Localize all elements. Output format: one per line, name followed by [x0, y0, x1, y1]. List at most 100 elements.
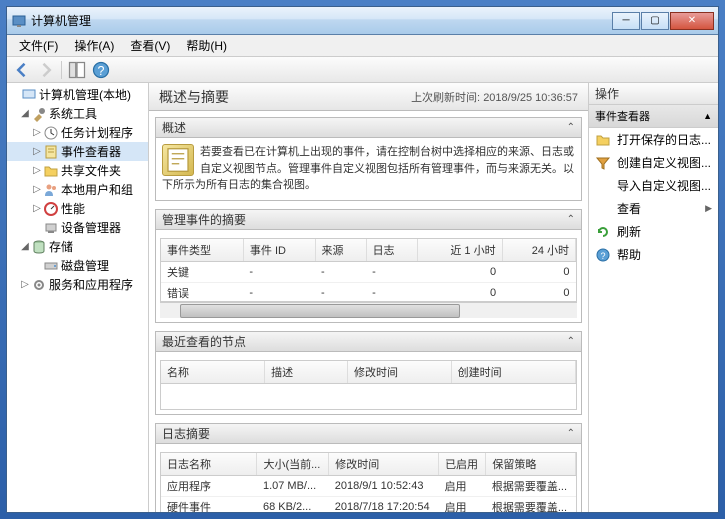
svg-text:?: ? — [600, 251, 605, 261]
titlebar[interactable]: 计算机管理 ─ ▢ ✕ — [7, 7, 718, 35]
blank-icon — [595, 201, 611, 217]
help-icon: ? — [595, 247, 611, 263]
app-icon — [11, 13, 27, 29]
col-h1[interactable]: 近 1 小时 — [417, 239, 502, 262]
actions-group[interactable]: 事件查看器▲ — [589, 105, 718, 128]
expand-icon[interactable]: ▷ — [31, 165, 43, 176]
window-title: 计算机管理 — [31, 12, 612, 29]
clock-icon — [43, 125, 59, 141]
collapse-icon[interactable]: ⌃ — [567, 214, 575, 225]
tree-performance[interactable]: ▷性能 — [7, 199, 148, 218]
nav-tree[interactable]: 计算机管理(本地) ◢系统工具 ▷任务计划程序 ▷事件查看器 ▷共享文件夹 ▷本… — [7, 83, 149, 512]
table-row[interactable]: 硬件事件68 KB/2...2018/7/18 17:20:54启用根据需要覆盖… — [161, 496, 576, 512]
action-open-saved[interactable]: 打开保存的日志... — [589, 128, 718, 151]
main-content[interactable]: 概述⌃ 若要查看已在计算机上出现的事件，请在控制台树中选择相应的来源、日志或自定… — [149, 111, 588, 512]
overview-text: 若要查看已在计算机上出现的事件，请在控制台树中选择相应的来源、日志或自定义视图节… — [162, 144, 575, 194]
overview-header[interactable]: 概述⌃ — [156, 118, 581, 138]
window-controls: ─ ▢ ✕ — [612, 12, 714, 30]
summary-table[interactable]: 事件类型 事件 ID 来源 日志 近 1 小时 24 小时 关键---00 错误 — [161, 239, 576, 302]
col-desc[interactable]: 描述 — [265, 361, 348, 384]
recent-table[interactable]: 名称 描述 修改时间 创建时间 — [161, 361, 576, 384]
col-type[interactable]: 事件类型 — [161, 239, 243, 262]
svg-text:?: ? — [98, 64, 105, 78]
collapse-icon[interactable]: ⌃ — [567, 122, 575, 133]
menu-file[interactable]: 文件(F) — [11, 35, 66, 56]
expand-icon[interactable]: ▷ — [31, 146, 43, 157]
col-h24[interactable]: 24 小时 — [502, 239, 575, 262]
tools-icon — [31, 106, 47, 122]
tree-device-manager[interactable]: 设备管理器 — [7, 218, 148, 237]
tree-system-tools[interactable]: ◢系统工具 — [7, 104, 148, 123]
collapse-icon[interactable]: ◢ — [19, 241, 31, 252]
logsum-table[interactable]: 日志名称 大小(当前... 修改时间 已启用 保留策略 应用程序1.07 MB/… — [161, 453, 576, 513]
col-name[interactable]: 名称 — [161, 361, 265, 384]
col-id[interactable]: 事件 ID — [243, 239, 315, 262]
chevron-right-icon: ▶ — [705, 203, 712, 214]
folder-open-icon — [595, 132, 611, 148]
menu-view[interactable]: 查看(V) — [122, 35, 178, 56]
menubar: 文件(F) 操作(A) 查看(V) 帮助(H) — [7, 35, 718, 57]
menu-action[interactable]: 操作(A) — [66, 35, 122, 56]
disk-icon — [43, 258, 59, 274]
separator — [61, 61, 62, 79]
expand-icon[interactable]: ▷ — [31, 127, 43, 138]
menu-help[interactable]: 帮助(H) — [178, 35, 235, 56]
back-icon[interactable] — [11, 59, 33, 81]
col-mod[interactable]: 修改时间 — [348, 361, 452, 384]
folder-share-icon — [43, 163, 59, 179]
help-icon[interactable]: ? — [90, 59, 112, 81]
users-icon — [43, 182, 59, 198]
col-size[interactable]: 大小(当前... — [257, 453, 329, 476]
toolbar: ? — [7, 57, 718, 83]
h-scrollbar[interactable] — [160, 302, 577, 318]
show-hide-icon[interactable] — [66, 59, 88, 81]
collapse-icon[interactable]: ⌃ — [567, 428, 575, 439]
summary-header[interactable]: 管理事件的摘要⌃ — [156, 210, 581, 230]
expand-icon[interactable]: ▷ — [31, 203, 43, 214]
page-title: 概述与摘要 — [159, 87, 411, 107]
collapse-icon[interactable]: ⌃ — [567, 336, 575, 347]
expand-icon[interactable]: ▷ — [19, 279, 31, 290]
action-help[interactable]: ?帮助 — [589, 243, 718, 266]
maximize-button[interactable]: ▢ — [641, 12, 669, 30]
collapse-icon[interactable]: ◢ — [19, 108, 31, 119]
tree-local-users[interactable]: ▷本地用户和组 — [7, 180, 148, 199]
actions-pane: 操作 事件查看器▲ 打开保存的日志... 创建自定义视图... 导入自定义视图.… — [588, 83, 718, 512]
col-create[interactable]: 创建时间 — [451, 361, 575, 384]
main-pane: 概述与摘要 上次刷新时间: 2018/9/25 10:36:57 概述⌃ 若要查… — [149, 83, 588, 512]
tree-task-scheduler[interactable]: ▷任务计划程序 — [7, 123, 148, 142]
tree-root[interactable]: 计算机管理(本地) — [7, 85, 148, 104]
close-button[interactable]: ✕ — [670, 12, 714, 30]
col-logname[interactable]: 日志名称 — [161, 453, 257, 476]
storage-icon — [31, 239, 47, 255]
tree-services-apps[interactable]: ▷服务和应用程序 — [7, 275, 148, 294]
refresh-icon — [595, 224, 611, 240]
col-policy[interactable]: 保留策略 — [486, 453, 576, 476]
table-row[interactable]: 错误---00 — [161, 282, 576, 302]
tree-event-viewer[interactable]: ▷事件查看器 — [7, 142, 148, 161]
tree-disk-management[interactable]: 磁盘管理 — [7, 256, 148, 275]
table-row[interactable]: 应用程序1.07 MB/...2018/9/1 10:52:43启用根据需要覆盖… — [161, 475, 576, 496]
action-import-custom[interactable]: 导入自定义视图... — [589, 174, 718, 197]
col-mod[interactable]: 修改时间 — [329, 453, 439, 476]
filter-icon — [595, 155, 611, 171]
device-icon — [43, 220, 59, 236]
col-src[interactable]: 来源 — [315, 239, 366, 262]
forward-icon[interactable] — [35, 59, 57, 81]
refresh-timestamp: 上次刷新时间: 2018/9/25 10:36:57 — [411, 89, 578, 105]
table-row[interactable]: 关键---00 — [161, 261, 576, 282]
col-log[interactable]: 日志 — [366, 239, 417, 262]
minimize-button[interactable]: ─ — [612, 12, 640, 30]
action-refresh[interactable]: 刷新 — [589, 220, 718, 243]
logsum-header[interactable]: 日志摘要⌃ — [156, 424, 581, 444]
app-window: 计算机管理 ─ ▢ ✕ 文件(F) 操作(A) 查看(V) 帮助(H) ? 计算… — [6, 6, 719, 513]
col-enabled[interactable]: 已启用 — [439, 453, 486, 476]
recent-header[interactable]: 最近查看的节点⌃ — [156, 332, 581, 352]
expand-icon[interactable]: ▷ — [31, 184, 43, 195]
body: 计算机管理(本地) ◢系统工具 ▷任务计划程序 ▷事件查看器 ▷共享文件夹 ▷本… — [7, 83, 718, 512]
action-create-custom[interactable]: 创建自定义视图... — [589, 151, 718, 174]
action-view[interactable]: 查看▶ — [589, 197, 718, 220]
tree-shared-folders[interactable]: ▷共享文件夹 — [7, 161, 148, 180]
tree-storage[interactable]: ◢存储 — [7, 237, 148, 256]
overview-section: 概述⌃ 若要查看已在计算机上出现的事件，请在控制台树中选择相应的来源、日志或自定… — [155, 117, 582, 201]
